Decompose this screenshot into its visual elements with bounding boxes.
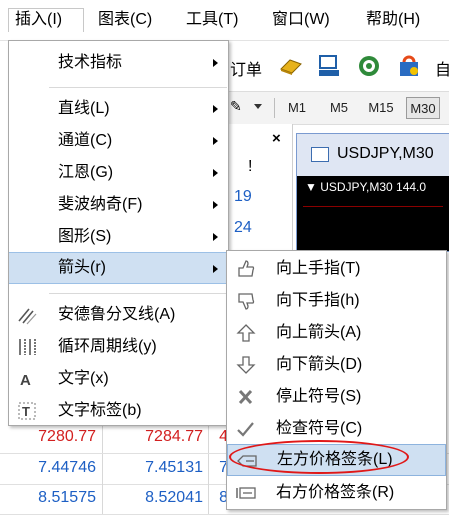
arrow-down-icon [235, 355, 257, 375]
panel-value: 24 [234, 219, 252, 236]
menu-item-text[interactable]: A 文字(x) [9, 363, 228, 395]
menu-item-label: 向下箭头(D) [276, 356, 363, 373]
timeframe-m5[interactable]: M5 [326, 97, 352, 119]
menu-item-label: 向下手指(h) [276, 292, 360, 309]
menu-item-label: 向上手指(T) [276, 260, 361, 277]
chart-title: USDJPY,M30 [337, 145, 434, 162]
menu-item-gann[interactable]: 江恩(G) [9, 157, 228, 189]
check-sign-icon [235, 419, 257, 439]
chart-window[interactable]: USDJPY,M30 ▼ USDJPY,M30 144.0 [296, 133, 449, 252]
gold-bar-icon[interactable] [278, 53, 304, 79]
menu-item-label: 左方价格签条(L) [277, 451, 393, 468]
menu-item-indicators[interactable]: 技术指标 [9, 47, 228, 79]
menu-item-label: 直线(L) [58, 100, 110, 117]
menu-item-arrows[interactable]: 箭头(r) [9, 252, 228, 284]
arrows-submenu: 向上手指(T) 向下手指(h) 向上箭头(A) 向下箭头(D) 停止符号(S) … [226, 250, 447, 510]
timeframe-m30[interactable]: M30 [406, 97, 440, 119]
menu-item-stop-sign[interactable]: 停止符号(S) [227, 381, 446, 413]
stop-sign-icon [235, 387, 257, 407]
menu-item-shapes[interactable]: 图形(S) [9, 221, 228, 253]
chart-icon [311, 147, 329, 162]
signal-icon[interactable] [356, 53, 382, 79]
menu-item-label: 安德鲁分叉线(A) [58, 306, 176, 323]
text-icon: A [17, 369, 37, 389]
text-label-icon: T [17, 401, 37, 421]
submenu-arrow-icon [213, 137, 218, 145]
cycle-lines-icon [17, 337, 37, 357]
submenu-arrow-icon [213, 169, 218, 177]
right-price-label-icon [235, 483, 257, 503]
menu-item-check-sign[interactable]: 检查符号(C) [227, 413, 446, 445]
menu-bar: 插入(I) 图表(C) 工具(T) 窗口(W) 帮助(H) [0, 0, 449, 41]
menu-tools[interactable]: 工具(T) [180, 8, 244, 32]
menu-item-label: 图形(S) [58, 228, 112, 245]
bid-cell: 7280.77 [38, 428, 96, 445]
menu-item-arrow-up[interactable]: 向上箭头(A) [227, 317, 446, 349]
timeframe-m1[interactable]: M1 [284, 97, 310, 119]
insert-menu: 技术指标 直线(L) 通道(C) 江恩(G) 斐波纳奇(F) 图形(S) 箭头(… [8, 40, 229, 426]
submenu-arrow-icon [213, 59, 218, 67]
timeframe-toolbar: ✎ M1 M5 M15 M30 [216, 91, 449, 125]
menu-item-text-label[interactable]: T 文字标签(b) [9, 395, 228, 427]
menu-item-thumb-up[interactable]: 向上手指(T) [227, 253, 446, 285]
menu-help[interactable]: 帮助(H) [360, 8, 426, 32]
panel-value: 19 [234, 188, 252, 205]
chart-symbol-label: ▼ USDJPY,M30 144.0 [305, 180, 427, 194]
menu-insert[interactable]: 插入(I) [8, 8, 84, 32]
menu-charts[interactable]: 图表(C) [92, 8, 158, 32]
chart-titlebar[interactable]: USDJPY,M30 [297, 134, 449, 176]
arrow-up-icon [235, 323, 257, 343]
menu-item-label: 文字标签(b) [58, 402, 142, 419]
news-user-icon[interactable] [316, 53, 342, 79]
svg-text:A: A [20, 372, 31, 389]
menu-item-label: 箭头(r) [58, 259, 106, 276]
menu-item-left-price-label[interactable]: 左方价格签条(L) [227, 444, 446, 476]
submenu-arrow-icon [213, 201, 218, 209]
bid-cell: 7.44746 [38, 459, 96, 476]
timeframe-m15[interactable]: M15 [364, 97, 398, 119]
menu-item-label: 通道(C) [58, 132, 113, 149]
ask-cell: 7284.77 [145, 428, 203, 445]
ask-cell: 7.45131 [145, 459, 203, 476]
menu-item-label: 右方价格签条(R) [276, 484, 395, 501]
toolbar-order-text[interactable]: 订单 [230, 56, 262, 80]
menu-item-label: 技术指标 [58, 54, 123, 71]
menu-item-fibonacci[interactable]: 斐波纳奇(F) [9, 189, 228, 221]
svg-text:T: T [22, 404, 30, 419]
menu-item-arrow-down[interactable]: 向下箭头(D) [227, 349, 446, 381]
menu-item-label: 循环周期线(y) [58, 338, 157, 355]
andrews-pitchfork-icon [17, 305, 37, 325]
shopping-icon[interactable] [396, 53, 422, 79]
menu-item-right-price-label[interactable]: 右方价格签条(R) [227, 477, 446, 509]
left-price-label-icon [236, 451, 258, 471]
menu-item-cycle-lines[interactable]: 循环周期线(y) [9, 331, 228, 363]
menu-item-channels[interactable]: 通道(C) [9, 125, 228, 157]
toolbar: 订单 自 [216, 41, 449, 91]
toolbar-auto-text[interactable]: 自 [435, 56, 449, 80]
draw-tool-icon[interactable]: ✎ [230, 98, 242, 115]
thumb-up-icon [235, 259, 257, 279]
ask-cell: 8.52041 [145, 489, 203, 506]
menu-item-label: 文字(x) [58, 370, 109, 387]
submenu-arrow-icon [213, 265, 218, 273]
menu-item-label: 向上箭头(A) [276, 324, 362, 341]
menu-item-label: 斐波纳奇(F) [58, 196, 143, 213]
chart-price-line [303, 206, 443, 207]
chevron-down-icon[interactable] [254, 104, 262, 109]
thumb-down-icon [235, 291, 257, 311]
submenu-arrow-icon [213, 233, 218, 241]
menu-item-label: 检查符号(C) [276, 420, 363, 437]
bid-cell: 8.51575 [38, 489, 96, 506]
menu-item-lines[interactable]: 直线(L) [9, 93, 228, 125]
menu-item-label: 江恩(G) [58, 164, 114, 181]
column-header-flag: ! [248, 158, 253, 175]
menu-item-label: 停止符号(S) [276, 388, 362, 405]
close-icon[interactable]: × [272, 130, 281, 147]
menu-item-thumb-down[interactable]: 向下手指(h) [227, 285, 446, 317]
menu-item-andrews-pitchfork[interactable]: 安德鲁分叉线(A) [9, 299, 228, 331]
menu-window[interactable]: 窗口(W) [266, 8, 336, 32]
submenu-arrow-icon [213, 105, 218, 113]
